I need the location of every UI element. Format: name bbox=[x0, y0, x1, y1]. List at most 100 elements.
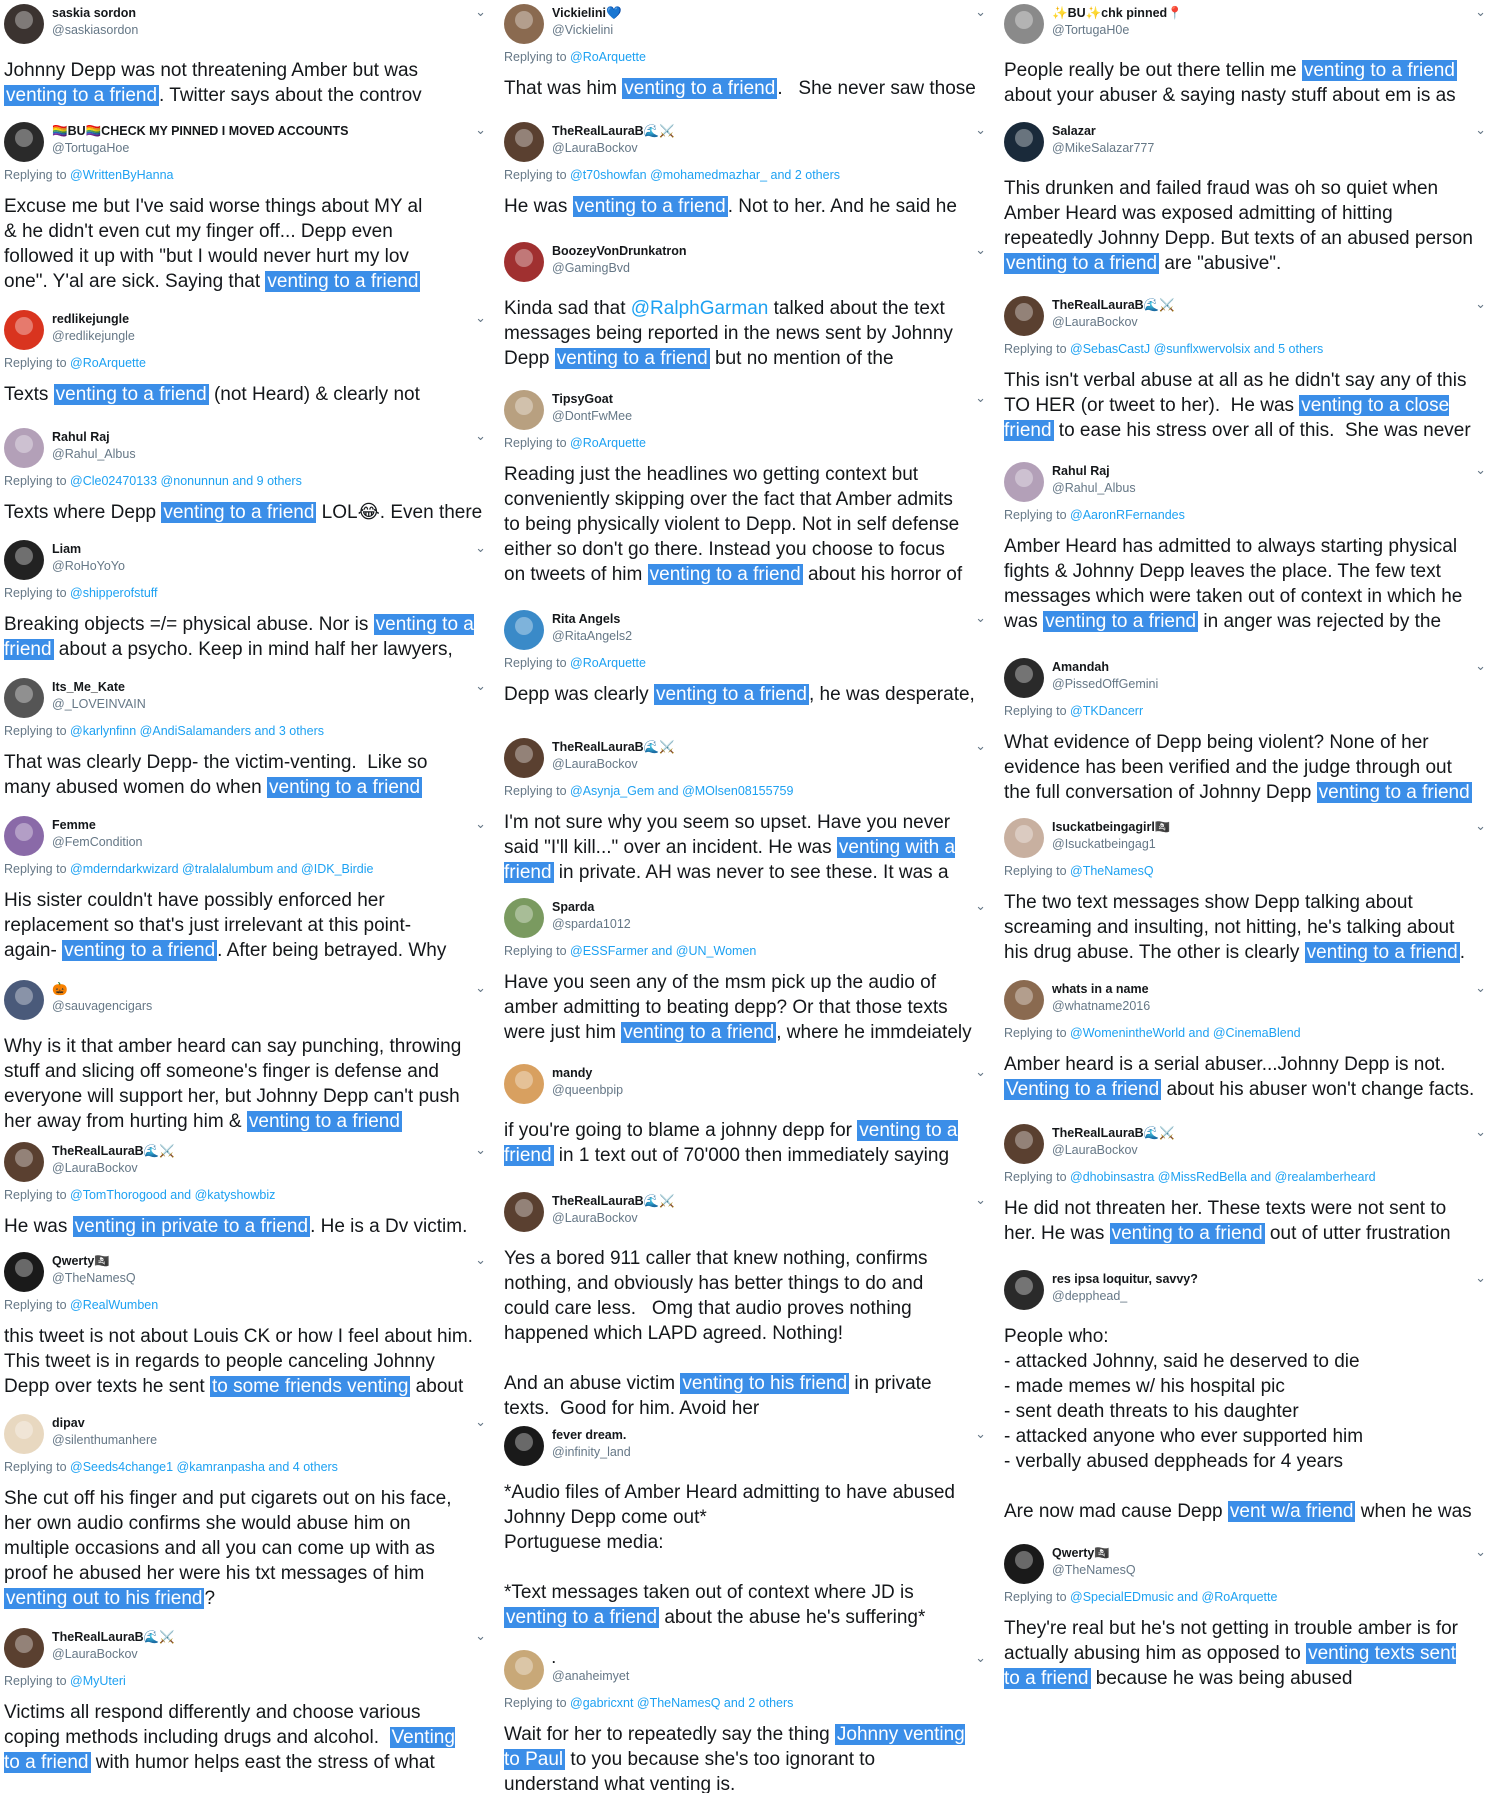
reply-targets[interactable]: @RoArquette bbox=[570, 656, 646, 670]
user-handle[interactable]: @PissedOffGemini bbox=[1052, 677, 1158, 691]
user-handle[interactable]: @LauraBockov bbox=[552, 141, 638, 155]
reply-targets[interactable]: @RoArquette bbox=[70, 356, 146, 370]
chevron-down-icon[interactable]: ⌄ bbox=[975, 4, 986, 20]
display-name[interactable]: Vickielini💙 bbox=[552, 6, 622, 21]
display-name[interactable]: TheRealLauraB🌊⚔️ bbox=[52, 1630, 175, 1645]
tweet[interactable]: TheRealLauraB🌊⚔️ @LauraBockov ⌄ Replying to… bbox=[1002, 294, 1494, 447]
reply-targets[interactable]: @TomThorogood and @katyshowbiz bbox=[70, 1188, 275, 1202]
user-handle[interactable]: @whatname2016 bbox=[1052, 999, 1150, 1013]
user-handle[interactable]: @Rahul_Albus bbox=[52, 447, 136, 461]
user-handle[interactable]: @TortugaH0e bbox=[1052, 23, 1129, 37]
display-name[interactable]: TheRealLauraB🌊⚔️ bbox=[1052, 298, 1175, 313]
user-handle[interactable]: @LauraBockov bbox=[1052, 315, 1138, 329]
user-handle[interactable]: @RoHoYoYo bbox=[52, 559, 125, 573]
avatar[interactable] bbox=[504, 242, 544, 282]
chevron-down-icon[interactable]: ⌄ bbox=[1475, 4, 1486, 20]
display-name[interactable]: Rahul Raj bbox=[52, 430, 110, 444]
reply-targets[interactable]: @karlynfinn @AndiSalamanders and 3 other… bbox=[70, 724, 324, 738]
reply-targets[interactable]: @Seeds4change1 @kamranpasha and 4 others bbox=[70, 1460, 338, 1474]
display-name[interactable]: 🎃 bbox=[52, 982, 68, 997]
user-handle[interactable]: @Rahul_Albus bbox=[1052, 481, 1136, 495]
user-handle[interactable]: @sauvagencigars bbox=[52, 999, 152, 1013]
display-name[interactable]: 🏳️‍🌈BU🏳️‍🌈CHECK MY PINNED I MOVED ACCOUN… bbox=[52, 124, 348, 139]
avatar[interactable] bbox=[1004, 4, 1044, 44]
tweet[interactable]: TheRealLauraB🌊⚔️ @LauraBockov ⌄ Replying to… bbox=[2, 1626, 494, 1779]
user-handle[interactable]: @GamingBvd bbox=[552, 261, 630, 275]
reply-targets[interactable]: @WomenintheWorld and @CinemaBlend bbox=[1070, 1026, 1301, 1040]
chevron-down-icon[interactable]: ⌄ bbox=[975, 242, 986, 258]
chevron-down-icon[interactable]: ⌄ bbox=[975, 1192, 986, 1208]
avatar[interactable] bbox=[504, 1064, 544, 1104]
chevron-down-icon[interactable]: ⌄ bbox=[975, 122, 986, 138]
avatar[interactable] bbox=[504, 1650, 544, 1690]
avatar[interactable] bbox=[4, 678, 44, 718]
avatar[interactable] bbox=[4, 1628, 44, 1668]
reply-targets[interactable]: @Cle02470133 @nonunnun and 9 others bbox=[70, 474, 302, 488]
chevron-down-icon[interactable]: ⌄ bbox=[475, 122, 486, 138]
user-handle[interactable]: @Isuckatbeingag1 bbox=[1052, 837, 1156, 851]
display-name[interactable]: Liam bbox=[52, 542, 81, 556]
tweet[interactable]: BoozeyVonDrunkatron @GamingBvd ⌄ Kinda sad … bbox=[502, 240, 994, 375]
chevron-down-icon[interactable]: ⌄ bbox=[475, 428, 486, 444]
tweet[interactable]: TheRealLauraB🌊⚔️ @LauraBockov ⌄ Replying to… bbox=[502, 120, 994, 223]
chevron-down-icon[interactable]: ⌄ bbox=[1475, 462, 1486, 478]
avatar[interactable] bbox=[504, 738, 544, 778]
avatar[interactable] bbox=[504, 390, 544, 430]
reply-targets[interactable]: @RoArquette bbox=[570, 436, 646, 450]
avatar[interactable] bbox=[4, 816, 44, 856]
reply-targets[interactable]: @SebasCastJ @sunflxwervolsix and 5 other… bbox=[1070, 342, 1323, 356]
user-handle[interactable]: @LauraBockov bbox=[52, 1647, 138, 1661]
chevron-down-icon[interactable]: ⌄ bbox=[975, 610, 986, 626]
display-name[interactable]: whats in a name bbox=[1052, 982, 1149, 996]
display-name[interactable]: Sparda bbox=[552, 900, 594, 914]
tweet[interactable]: dipav @silenthumanhere ⌄ Replying to @Seeds… bbox=[2, 1412, 494, 1615]
display-name[interactable]: Femme bbox=[52, 818, 96, 832]
user-handle[interactable]: @anaheimyet bbox=[552, 1669, 629, 1683]
tweet[interactable]: Femme @FemCondition ⌄ Replying to @mderndar… bbox=[2, 814, 494, 967]
display-name[interactable]: Its_Me_Kate bbox=[52, 680, 125, 694]
chevron-down-icon[interactable]: ⌄ bbox=[475, 310, 486, 326]
avatar[interactable] bbox=[4, 310, 44, 350]
display-name[interactable]: TheRealLauraB🌊⚔️ bbox=[552, 1194, 675, 1209]
chevron-down-icon[interactable]: ⌄ bbox=[1475, 658, 1486, 674]
avatar[interactable] bbox=[4, 1142, 44, 1182]
user-handle[interactable]: @MikeSalazar777 bbox=[1052, 141, 1154, 155]
avatar[interactable] bbox=[504, 610, 544, 650]
user-handle[interactable]: @redlikejungle bbox=[52, 329, 135, 343]
chevron-down-icon[interactable]: ⌄ bbox=[475, 1142, 486, 1158]
avatar[interactable] bbox=[1004, 462, 1044, 502]
chevron-down-icon[interactable]: ⌄ bbox=[475, 980, 486, 996]
display-name[interactable]: redlikejungle bbox=[52, 312, 129, 326]
tweet[interactable]: res ipsa loquitur, savvy? @depphead_ ⌄ Peop… bbox=[1002, 1268, 1494, 1528]
avatar[interactable] bbox=[504, 898, 544, 938]
display-name[interactable]: Rahul Raj bbox=[1052, 464, 1110, 478]
chevron-down-icon[interactable]: ⌄ bbox=[975, 1426, 986, 1442]
display-name[interactable]: mandy bbox=[552, 1066, 592, 1080]
display-name[interactable]: BoozeyVonDrunkatron bbox=[552, 244, 687, 258]
tweet[interactable]: Rahul Raj @Rahul_Albus ⌄ Replying to @Aaron… bbox=[1002, 460, 1494, 638]
display-name[interactable]: saskia sordon bbox=[52, 6, 136, 20]
avatar[interactable] bbox=[1004, 1544, 1044, 1584]
avatar[interactable] bbox=[504, 1426, 544, 1466]
tweet[interactable]: ✨BU✨chk pinned📍 @TortugaH0e ⌄ People really… bbox=[1002, 2, 1494, 112]
user-handle[interactable]: @TortugaHoe bbox=[52, 141, 129, 155]
avatar[interactable] bbox=[4, 122, 44, 162]
avatar[interactable] bbox=[1004, 818, 1044, 858]
avatar[interactable] bbox=[1004, 122, 1044, 162]
tweet[interactable]: Amandah @PissedOffGemini ⌄ Replying to @TKD… bbox=[1002, 656, 1494, 809]
tweet[interactable]: whats in a name @whatname2016 ⌄ Replying to… bbox=[1002, 978, 1494, 1106]
chevron-down-icon[interactable]: ⌄ bbox=[975, 898, 986, 914]
tweet[interactable]: Liam @RoHoYoYo ⌄ Replying to @shipperofstuf… bbox=[2, 538, 494, 666]
chevron-down-icon[interactable]: ⌄ bbox=[1475, 980, 1486, 996]
display-name[interactable]: fever dream. bbox=[552, 1428, 626, 1442]
user-handle[interactable]: @Vickielini bbox=[552, 23, 613, 37]
user-handle[interactable]: @sparda1012 bbox=[552, 917, 631, 931]
user-handle[interactable]: @LauraBockov bbox=[52, 1161, 138, 1175]
user-handle[interactable]: @LauraBockov bbox=[552, 1211, 638, 1225]
tweet[interactable]: redlikejungle @redlikejungle ⌄ Replying to … bbox=[2, 308, 494, 411]
avatar[interactable] bbox=[1004, 1270, 1044, 1310]
display-name[interactable]: dipav bbox=[52, 1416, 85, 1430]
tweet[interactable]: saskia sordon @saskiasordon ⌄ Johnny Depp w… bbox=[2, 2, 494, 112]
user-handle[interactable]: @queenbpip bbox=[552, 1083, 623, 1097]
tweet[interactable]: TipsyGoat @DontFwMee ⌄ Replying to @RoArque… bbox=[502, 388, 994, 591]
